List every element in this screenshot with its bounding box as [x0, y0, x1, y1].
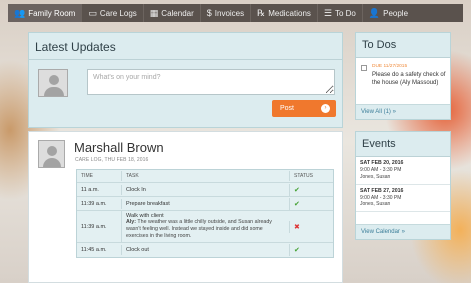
- todos-panel: To Dos DUE 11/27/2015 Please do a safety…: [355, 32, 451, 120]
- note-text: The weather was a little chilly outside,…: [126, 219, 272, 240]
- family-icon: 👥: [14, 7, 26, 18]
- row-task-text: Clock In: [126, 186, 146, 193]
- row-time: 11:45 a.m.: [81, 247, 107, 254]
- row-task: Walk with client Aly: The weather was a …: [121, 211, 289, 243]
- nav-medications[interactable]: ℞ Medications: [251, 4, 318, 22]
- column-header-task: TASK: [121, 171, 289, 181]
- status-input[interactable]: [87, 69, 335, 95]
- nav-to-do[interactable]: ☰ To Do: [318, 4, 363, 22]
- avatar: [38, 140, 65, 168]
- table-row: 11 a.m. Clock In ✔: [77, 183, 333, 197]
- todo-checkbox[interactable]: [361, 65, 367, 71]
- row-task-note: Aly: The weather was a little chilly out…: [126, 219, 285, 240]
- nav-label: Family Room: [28, 8, 76, 18]
- event-time: 9:00 AM - 3:30 PM: [360, 194, 402, 201]
- nav-label: Care Logs: [99, 8, 137, 18]
- nav-care-logs[interactable]: ▭ Care Logs: [82, 4, 144, 22]
- events-title: Events: [356, 132, 450, 157]
- nav-label: Invoices: [214, 8, 245, 18]
- entry-meta: CARE LOG, THU FEB 18, 2016: [75, 157, 149, 163]
- check-icon: ✔: [294, 200, 300, 208]
- row-task: Prepare breakfast: [121, 198, 289, 209]
- list-icon: ☰: [323, 7, 332, 18]
- event-person: Jones, Susan: [360, 201, 391, 208]
- row-task: Clock out: [121, 245, 289, 256]
- calendar-icon: ▦: [149, 7, 159, 18]
- row-time: 11:39 a.m.: [81, 200, 107, 207]
- table-row: 11:45 a.m. Clock out ✔: [77, 243, 333, 257]
- todo-due-date: DUE 11/27/2015: [372, 64, 408, 69]
- latest-updates-panel: Latest Updates Post ›: [28, 32, 343, 128]
- avatar: [38, 69, 68, 97]
- event-date: SAT FEB 20, 2016: [360, 160, 404, 166]
- table-row: 11:39 a.m. Prepare breakfast ✔: [77, 197, 333, 211]
- nav-calendar[interactable]: ▦ Calendar: [144, 4, 201, 22]
- arrow-right-icon: ›: [321, 104, 330, 113]
- top-nav: 👥 Family Room ▭ Care Logs ▦ Calendar $ I…: [8, 4, 463, 22]
- nav-people[interactable]: 👤 People: [363, 4, 414, 22]
- todo-text: Please do a safety check of the house (A…: [372, 72, 446, 87]
- care-log-entry: Marshall Brown CARE LOG, THU FEB 18, 201…: [28, 131, 343, 283]
- row-status: ✔: [289, 197, 333, 210]
- nav-label: Medications: [268, 8, 311, 18]
- event-person: Jones, Susan: [360, 173, 391, 180]
- row-time: 11 a.m.: [81, 186, 99, 193]
- post-button[interactable]: Post ›: [272, 100, 336, 117]
- care-logs-icon: ▭: [88, 7, 97, 18]
- avatar-head: [47, 146, 57, 156]
- nav-invoices[interactable]: $ Invoices: [201, 4, 252, 22]
- avatar-body: [43, 158, 61, 167]
- row-status: ✖: [289, 220, 333, 233]
- person-icon: 👤: [368, 7, 381, 18]
- divider: [29, 59, 342, 60]
- view-calendar-link[interactable]: View Calendar »: [356, 224, 450, 239]
- nav-family-room[interactable]: 👥 Family Room: [8, 4, 83, 22]
- column-header-time: TIME: [81, 173, 93, 179]
- table-row: 11:39 a.m. Walk with client Aly: The wea…: [77, 211, 333, 244]
- column-header-status: STATUS: [289, 171, 333, 181]
- row-task-text: Clock out: [126, 247, 149, 254]
- dollar-icon: $: [206, 7, 212, 18]
- check-icon: ✔: [294, 247, 300, 255]
- nav-label: Calendar: [161, 8, 194, 18]
- cross-icon: ✖: [294, 223, 300, 231]
- row-status: ✔: [289, 244, 333, 257]
- todos-title: To Dos: [356, 33, 450, 58]
- event-time: 9:00 AM - 3:30 PM: [360, 167, 402, 174]
- table-header: TIME TASK STATUS: [77, 170, 333, 183]
- row-time: 11:39 a.m.: [81, 223, 107, 230]
- care-log-table: TIME TASK STATUS 11 a.m. Clock In ✔ 11:3…: [76, 169, 334, 259]
- row-status: ✔: [289, 183, 333, 196]
- latest-updates-title: Latest Updates: [35, 40, 116, 54]
- nav-label: To Do: [334, 8, 356, 18]
- rx-icon: ℞: [257, 7, 266, 18]
- row-task-text: Prepare breakfast: [126, 200, 170, 207]
- post-label: Post: [280, 105, 295, 112]
- check-icon: ✔: [294, 186, 300, 194]
- entry-author-name[interactable]: Marshall Brown: [74, 140, 164, 155]
- avatar-head: [49, 75, 59, 85]
- note-author: Aly:: [126, 219, 137, 225]
- row-task: Clock In: [121, 184, 289, 195]
- view-all-todos-link[interactable]: View All (1) »: [356, 104, 450, 119]
- event-item[interactable]: SAT FEB 27, 2016 9:00 AM - 3:30 PM Jones…: [356, 185, 450, 213]
- event-date: SAT FEB 27, 2016: [360, 187, 404, 194]
- event-item[interactable]: SAT FEB 20, 2016 9:00 AM - 3:30 PM Jones…: [356, 157, 450, 185]
- events-panel: Events SAT FEB 20, 2016 9:00 AM - 3:30 P…: [355, 131, 451, 240]
- nav-label: People: [383, 8, 409, 18]
- avatar-body: [44, 87, 64, 96]
